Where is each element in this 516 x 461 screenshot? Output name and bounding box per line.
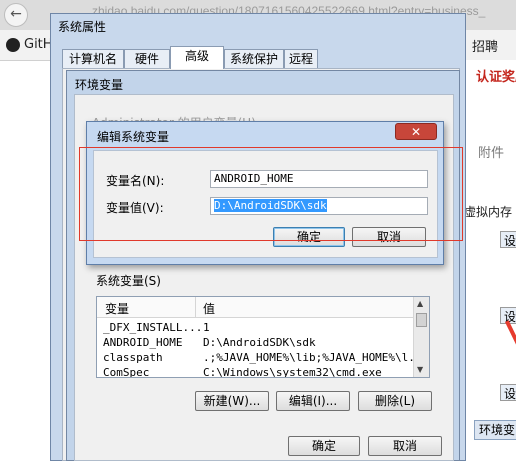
settings-button-1[interactable]: 设	[500, 231, 516, 248]
row-value: .;%JAVA_HOME%\lib;%JAVA_HOME%\l...	[203, 351, 429, 364]
github-icon[interactable]	[6, 38, 20, 52]
tab-remote[interactable]: 远程	[284, 49, 318, 68]
table-row[interactable]: ANDROID_HOME D:\AndroidSDK\sdk	[97, 335, 413, 350]
settings-button-3[interactable]: 设	[500, 384, 516, 401]
row-variable: ANDROID_HOME	[103, 336, 183, 349]
table-row[interactable]: ComSpec C:\Windows\system32\cmd.exe	[97, 365, 413, 378]
tab-system-protection[interactable]: 系统保护	[224, 49, 284, 68]
table-row[interactable]: _DFX_INSTALL... 1	[97, 320, 413, 335]
close-icon[interactable]: ✕	[395, 123, 437, 140]
bookmark-jobs[interactable]: 招聘	[472, 36, 498, 55]
env-vars-button[interactable]: 环境变	[474, 420, 516, 440]
tab-hardware[interactable]: 硬件	[124, 49, 170, 68]
cert-reward-link[interactable]: 认证奖励	[476, 66, 516, 85]
env-ok-button[interactable]: 确定	[288, 436, 360, 456]
scroll-down-icon[interactable]: ▼	[417, 365, 423, 374]
column-divider[interactable]	[195, 297, 196, 317]
system-vars-list[interactable]: 变量 值 _DFX_INSTALL... 1 ANDROID_HOME D:\A…	[96, 296, 430, 378]
column-header-variable[interactable]: 变量	[105, 300, 129, 317]
virtual-memory-label: 虚拟内存	[464, 205, 513, 219]
table-row[interactable]: classpath .;%JAVA_HOME%\lib;%JAVA_HOME%\…	[97, 350, 428, 365]
tab-advanced[interactable]: 高级	[170, 46, 224, 69]
row-variable: ComSpec	[103, 366, 150, 378]
system-properties-title: 系统属性	[58, 20, 107, 34]
row-value: 1	[203, 321, 210, 334]
back-arrow-icon[interactable]: ←	[4, 3, 28, 27]
list-header: 变量 值	[97, 297, 413, 318]
bookmark-github[interactable]: GitH	[24, 37, 53, 52]
system-vars-label: 系统变量(S)	[96, 274, 161, 288]
tab-computer-name[interactable]: 计算机名	[62, 49, 124, 68]
highlight-box	[79, 147, 463, 241]
row-variable: classpath	[103, 351, 163, 364]
column-header-value[interactable]: 值	[203, 300, 215, 317]
delete-variable-button[interactable]: 删除(L)	[358, 391, 432, 411]
edit-variable-button[interactable]: 编辑(I)...	[276, 391, 350, 411]
row-value: C:\Windows\system32\cmd.exe	[203, 366, 382, 378]
edit-dialog-title: 编辑系统变量	[97, 130, 170, 144]
vertical-scrollbar[interactable]: ▲ ▼	[413, 297, 429, 377]
scroll-up-icon[interactable]: ▲	[417, 299, 423, 308]
row-value: D:\AndroidSDK\sdk	[203, 336, 316, 349]
row-variable: _DFX_INSTALL...	[103, 321, 203, 334]
new-variable-button[interactable]: 新建(W)...	[195, 391, 269, 411]
scroll-thumb[interactable]	[416, 313, 427, 327]
env-cancel-button[interactable]: 取消	[368, 436, 442, 456]
environment-variables-title: 环境变量	[75, 78, 124, 92]
attachments-label: 附件	[478, 146, 505, 161]
